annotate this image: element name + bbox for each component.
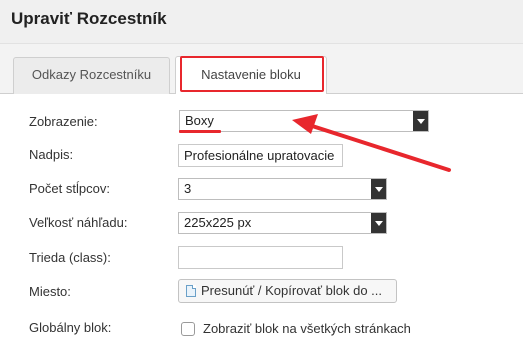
nadpis-label: Nadpis:: [29, 147, 74, 162]
window-header: Upraviť Rozcestník: [0, 0, 523, 44]
chevron-down-icon: [413, 111, 428, 131]
velkost-nahladu-select[interactable]: 225x225 px: [178, 212, 387, 234]
pocet-stlpcov-label: Počet stĺpcov:: [29, 181, 110, 196]
chevron-down-icon: [371, 179, 386, 199]
globalny-blok-checkbox[interactable]: [181, 322, 195, 336]
trieda-label: Trieda (class):: [29, 250, 111, 265]
page-title: Upraviť Rozcestník: [11, 9, 167, 28]
zobrazenie-value: Boxy: [185, 113, 214, 128]
presunut-kopirovat-button[interactable]: Presunúť / Kopírovať blok do ...: [178, 279, 397, 303]
velkost-nahladu-value: 225x225 px: [184, 215, 252, 230]
trieda-input[interactable]: [178, 246, 343, 269]
zobrazenie-label: Zobrazenie:: [29, 114, 98, 129]
miesto-label: Miesto:: [29, 284, 71, 299]
tab-bar: Odkazy Rozcestníku Nastavenie bloku: [0, 44, 523, 94]
tab-odkazy-rozcestniku[interactable]: Odkazy Rozcestníku: [13, 57, 170, 94]
nadpis-input[interactable]: Profesionálne upratovacie: [178, 144, 343, 167]
document-icon: [186, 285, 196, 297]
tab-nastavenie-bloku[interactable]: Nastavenie bloku: [175, 56, 327, 94]
zobrazenie-select[interactable]: Boxy: [179, 110, 429, 132]
chevron-down-icon: [371, 213, 386, 233]
pocet-stlpcov-select[interactable]: 3: [178, 178, 387, 200]
globalny-blok-checkbox-label[interactable]: Zobraziť blok na všetkých stránkach: [203, 321, 411, 336]
velkost-nahladu-label: Veľkosť náhľadu:: [29, 215, 128, 230]
pocet-stlpcov-value: 3: [184, 181, 192, 196]
annotation-underline: [179, 130, 221, 133]
presunut-kopirovat-label: Presunúť / Kopírovať blok do ...: [201, 283, 383, 298]
globalny-blok-label: Globálny blok:: [29, 320, 112, 335]
